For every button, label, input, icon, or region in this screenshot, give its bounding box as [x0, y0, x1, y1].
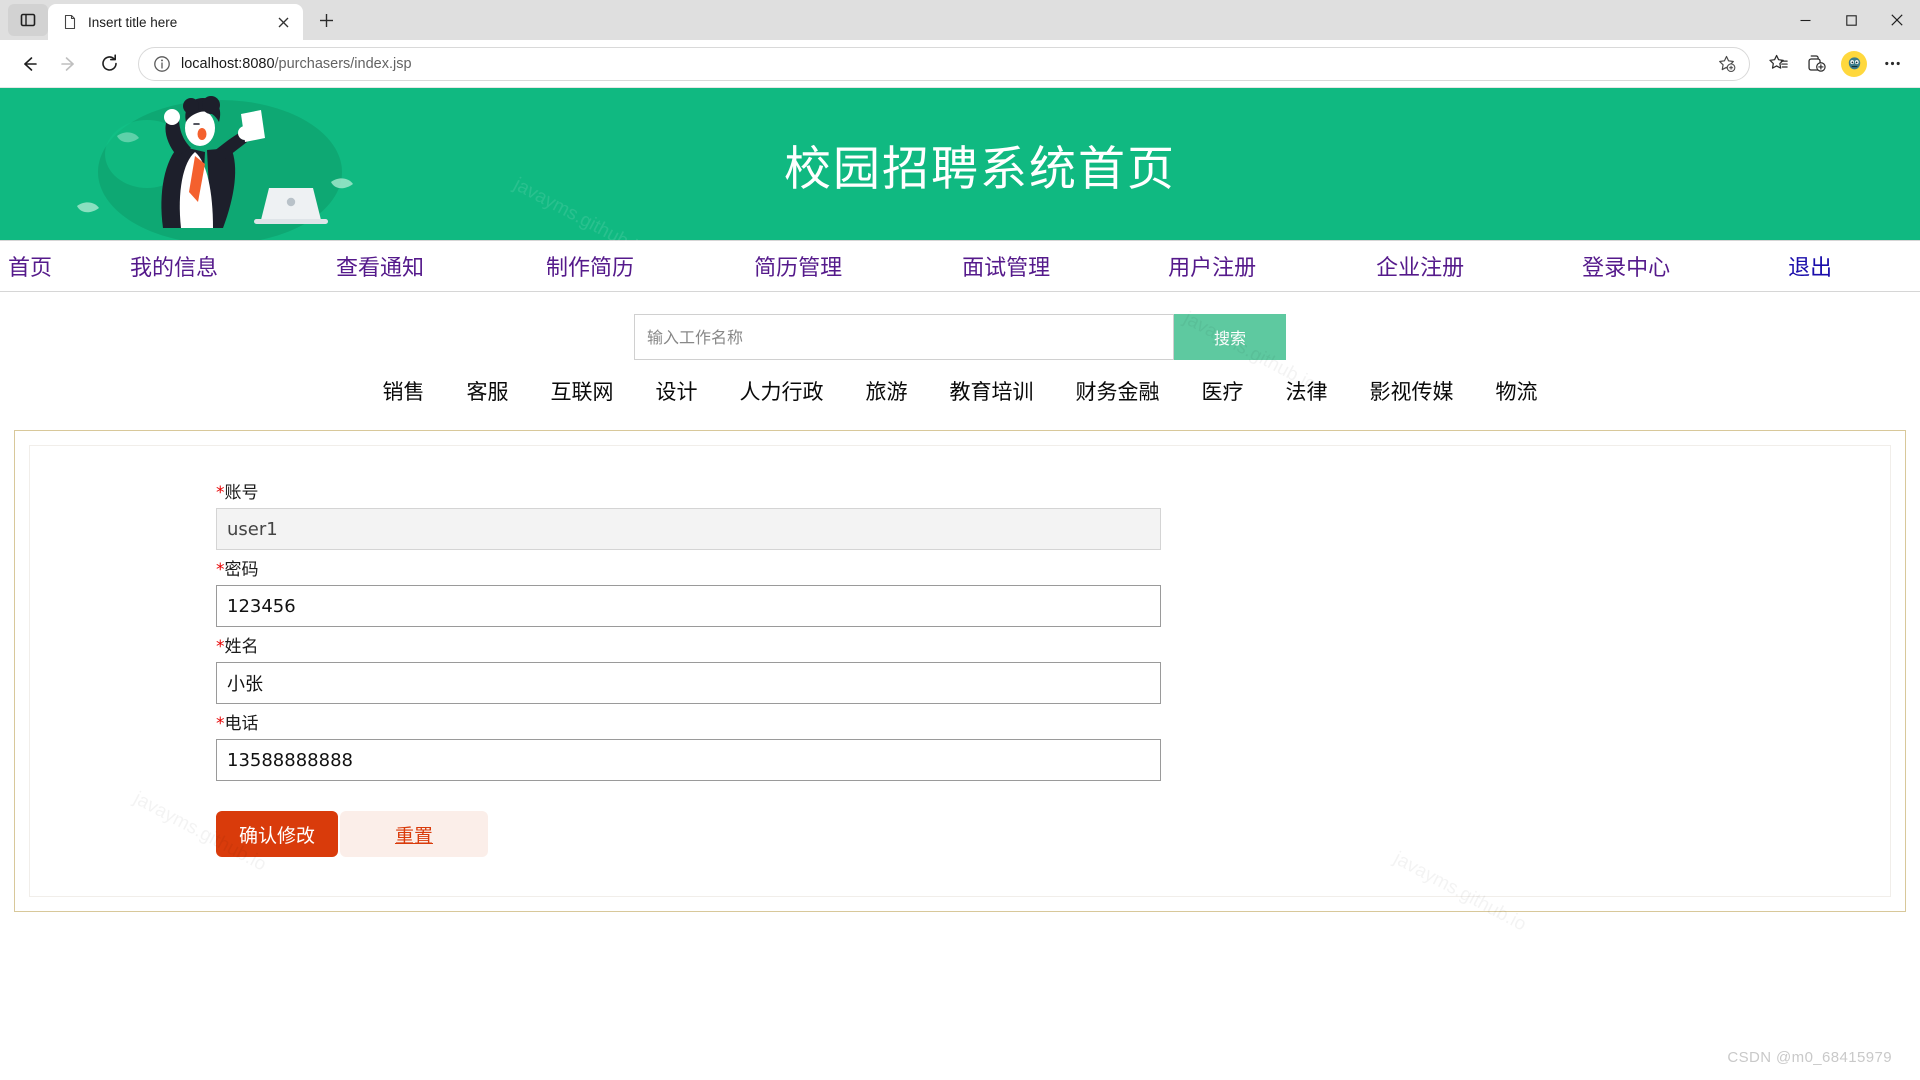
add-favorite-button[interactable]: [1713, 51, 1739, 77]
nav-link-logout[interactable]: 退出: [1788, 250, 1832, 282]
minimize-icon: [1800, 15, 1811, 26]
arrow-right-icon: [59, 54, 79, 74]
profile-edit-form: *账号 *密码 *姓名 *电话: [30, 446, 1890, 857]
tab-strip: Insert title here: [0, 0, 1920, 40]
nav-link-user-register[interactable]: 用户注册: [1168, 250, 1256, 282]
settings-more-button[interactable]: [1874, 46, 1910, 82]
url-host: localhost:8080: [181, 56, 275, 72]
nav-link-home[interactable]: 首页: [8, 250, 52, 282]
field-phone: *电话: [216, 709, 1890, 781]
required-marker: *: [216, 560, 225, 580]
browser-tab[interactable]: Insert title here: [48, 4, 303, 40]
browser-toolbar: localhost:8080/purchasers/index.jsp: [0, 40, 1920, 88]
arrow-left-icon: [19, 54, 39, 74]
new-tab-button[interactable]: [309, 3, 343, 37]
window-minimize-button[interactable]: [1782, 0, 1828, 40]
nav-link-login-center[interactable]: 登录中心: [1582, 250, 1670, 282]
plus-icon: [319, 13, 334, 28]
field-password-label-text: 密码: [225, 560, 259, 580]
reload-icon: [99, 53, 120, 74]
url-path: /purchasers/index.jsp: [275, 56, 412, 72]
form-actions: 确认修改 重置: [216, 811, 1890, 857]
category-links: 销售 客服 互联网 设计 人力行政 旅游 教育培训 财务金融 医疗 法律 影视传…: [0, 376, 1920, 412]
maximize-icon: [1846, 15, 1857, 26]
reset-button[interactable]: 重置: [340, 811, 488, 857]
profile-avatar-icon: [1841, 51, 1867, 77]
settings-more-icon: [1883, 54, 1902, 73]
field-name: *姓名: [216, 632, 1890, 704]
tab-actions-button[interactable]: [8, 4, 48, 36]
close-icon: [278, 17, 289, 28]
collections-icon: [1806, 53, 1827, 74]
account-input: [216, 508, 1161, 550]
close-icon: [1891, 14, 1903, 26]
nav-link-make-resume[interactable]: 制作简历: [546, 250, 634, 282]
site-header: 校园招聘系统首页 javayms.github.io: [0, 88, 1920, 240]
confirm-edit-button[interactable]: 确认修改: [216, 811, 338, 857]
nav-link-notices[interactable]: 查看通知: [336, 250, 424, 282]
nav-link-resume-management[interactable]: 简历管理: [754, 250, 842, 282]
required-marker: *: [216, 714, 225, 734]
field-phone-label: *电话: [216, 709, 1890, 734]
favorites-button[interactable]: [1760, 46, 1796, 82]
search-button[interactable]: 搜索: [1174, 314, 1286, 360]
job-search-bar: 搜索: [0, 314, 1920, 360]
name-input[interactable]: [216, 662, 1161, 704]
required-marker: *: [216, 637, 225, 657]
search-input[interactable]: [634, 314, 1174, 360]
window-maximize-button[interactable]: [1828, 0, 1874, 40]
back-button[interactable]: [10, 45, 48, 83]
tab-actions-icon: [20, 12, 36, 28]
main-navigation: 首页 我的信息 查看通知 制作简历 简历管理 面试管理 用户注册 企业注册 登录…: [0, 240, 1920, 292]
category-finance[interactable]: 财务金融: [1076, 376, 1160, 406]
category-media[interactable]: 影视传媒: [1370, 376, 1454, 406]
category-education[interactable]: 教育培训: [950, 376, 1034, 406]
page-icon: [62, 14, 78, 30]
celebrating-person-with-laptop-illustration: [55, 88, 375, 240]
nav-link-company-register[interactable]: 企业注册: [1376, 250, 1464, 282]
field-name-label: *姓名: [216, 632, 1890, 657]
category-sales[interactable]: 销售: [383, 376, 425, 406]
favorites-star-icon: [1768, 53, 1789, 74]
nav-link-interview-management[interactable]: 面试管理: [962, 250, 1050, 282]
collections-button[interactable]: [1798, 46, 1834, 82]
category-tourism[interactable]: 旅游: [866, 376, 908, 406]
category-logistics[interactable]: 物流: [1496, 376, 1538, 406]
category-design[interactable]: 设计: [656, 376, 698, 406]
category-law[interactable]: 法律: [1286, 376, 1328, 406]
category-hr-admin[interactable]: 人力行政: [740, 376, 824, 406]
field-password-label: *密码: [216, 555, 1890, 580]
tab-close-button[interactable]: [271, 10, 295, 34]
credit-watermark: CSDN @m0_68415979: [1727, 1049, 1892, 1066]
field-account: *账号: [216, 478, 1890, 550]
required-marker: *: [216, 483, 225, 503]
nav-link-my-info[interactable]: 我的信息: [130, 250, 218, 282]
profile-button[interactable]: [1836, 46, 1872, 82]
page-title: 校园招聘系统首页: [784, 130, 1176, 199]
browser-window: Insert title here: [0, 0, 1920, 1080]
url-text: localhost:8080/purchasers/index.jsp: [181, 56, 1703, 72]
category-internet[interactable]: 互联网: [551, 376, 614, 406]
info-circle-icon[interactable]: [153, 55, 171, 73]
window-controls: [1782, 0, 1920, 40]
field-name-label-text: 姓名: [225, 637, 259, 657]
window-close-button[interactable]: [1874, 0, 1920, 40]
field-account-label: *账号: [216, 478, 1890, 503]
page-content: 校园招聘系统首页 javayms.github.io 首页 我的信息 查看通知 …: [0, 88, 1920, 1080]
field-account-label-text: 账号: [225, 483, 259, 503]
phone-input[interactable]: [216, 739, 1161, 781]
address-bar[interactable]: localhost:8080/purchasers/index.jsp: [138, 47, 1750, 81]
profile-form-panel: *账号 *密码 *姓名 *电话: [29, 445, 1891, 897]
forward-button[interactable]: [50, 45, 88, 83]
field-phone-label-text: 电话: [225, 714, 259, 734]
field-password: *密码: [216, 555, 1890, 627]
reload-button[interactable]: [90, 45, 128, 83]
category-customer-service[interactable]: 客服: [467, 376, 509, 406]
tab-title: Insert title here: [88, 15, 261, 30]
category-medical[interactable]: 医疗: [1202, 376, 1244, 406]
password-input[interactable]: [216, 585, 1161, 627]
profile-form-frame: *账号 *密码 *姓名 *电话: [14, 430, 1906, 912]
add-favorite-star-icon: [1717, 54, 1736, 73]
